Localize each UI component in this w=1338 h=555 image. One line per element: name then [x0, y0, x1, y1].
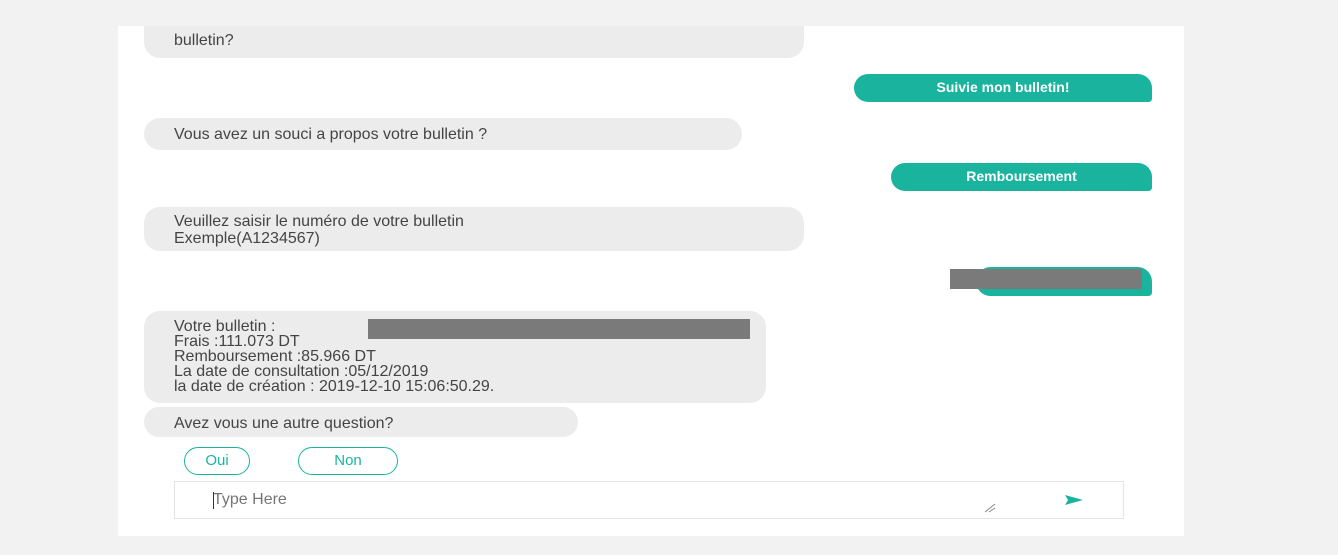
- result-line-remboursement: Remboursement :85.966 DT: [174, 348, 376, 365]
- bot-message-another-question: Avez vous une autre question?: [144, 407, 578, 437]
- no-button[interactable]: Non: [298, 447, 398, 475]
- redaction-block: [950, 269, 1142, 289]
- result-line-date-creation: la date de création : 2019-12-10 15:06:5…: [174, 378, 495, 395]
- text-caret: [213, 492, 214, 509]
- user-message-text: Remboursement: [966, 168, 1077, 184]
- bot-message-souci: Vous avez un souci a propos votre bullet…: [144, 118, 742, 150]
- send-arrow-icon[interactable]: [1063, 493, 1085, 507]
- message-input-bar: [174, 481, 1124, 519]
- bot-message-line: Exemple(A1234567): [174, 230, 320, 247]
- resize-handle-icon[interactable]: [983, 500, 997, 514]
- result-line-date-consultation: La date de consultation :05/12/2019: [174, 363, 429, 380]
- user-message-text: Suivie mon bulletin!: [936, 79, 1070, 95]
- bot-message-partial: bulletin?: [144, 26, 804, 58]
- user-message-redacted: [950, 267, 1152, 296]
- bot-message-enter-number: Veuillez saisir le numéro de votre bulle…: [144, 207, 804, 251]
- bot-message-text: bulletin?: [174, 32, 234, 49]
- message-input[interactable]: [175, 482, 1015, 518]
- bot-message-line: Veuillez saisir le numéro de votre bulle…: [174, 213, 464, 230]
- user-message-remboursement: Remboursement: [891, 163, 1152, 191]
- yes-button[interactable]: Oui: [184, 447, 250, 475]
- user-message-follow: Suivie mon bulletin!: [854, 74, 1152, 102]
- bot-message-text: Avez vous une autre question?: [174, 415, 394, 432]
- bot-message-text: Vous avez un souci a propos votre bullet…: [174, 126, 488, 143]
- redaction-block: [368, 319, 750, 339]
- bot-message-result: Votre bulletin : Frais :111.073 DT Rembo…: [144, 311, 766, 403]
- chat-window: bulletin? Suivie mon bulletin! Vous avez…: [118, 26, 1184, 536]
